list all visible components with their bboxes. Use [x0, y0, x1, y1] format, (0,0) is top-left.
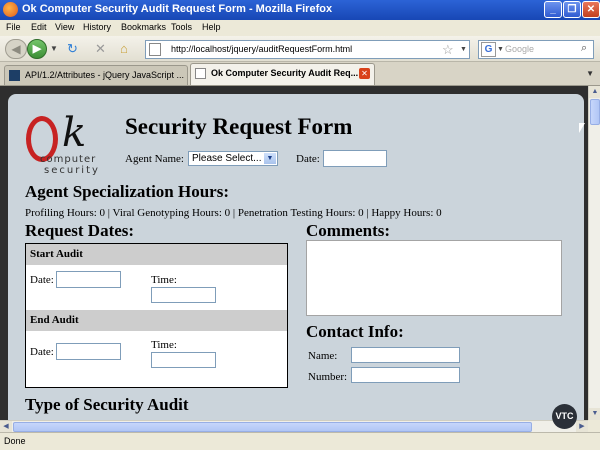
scroll-corner	[588, 420, 600, 432]
tab-audit-form[interactable]: Ok Computer Security Audit Req... ✕	[190, 63, 375, 85]
form-page: k computer security Security Request For…	[8, 94, 584, 420]
end-time-field[interactable]	[151, 352, 216, 368]
logo-k: k	[62, 110, 87, 156]
page-favicon	[195, 68, 206, 79]
contact-name-label: Name:	[308, 350, 338, 362]
request-dates-box: Start Audit Date: Time: End Audit Date: …	[25, 243, 288, 388]
start-time-field[interactable]	[151, 287, 216, 303]
window-title: Ok Computer Security Audit Request Form …	[22, 3, 333, 15]
page-title: Security Request Form	[125, 114, 353, 139]
reload-icon[interactable]: ↻	[67, 41, 78, 57]
home-icon[interactable]: ⌂	[120, 41, 128, 56]
navigation-toolbar: ◀ ▶ ▼ ↻ ✕ ⌂ http://localhost/jquery/audi…	[0, 36, 600, 62]
status-text: Done	[4, 436, 26, 446]
maximize-button[interactable]: ❐	[563, 1, 581, 18]
bookmark-star-icon[interactable]: ☆	[442, 42, 454, 58]
contact-info-heading: Contact Info:	[306, 322, 404, 341]
menu-bar: File Edit View History Bookmarks Tools H…	[0, 20, 600, 36]
search-input[interactable]: Google	[505, 44, 534, 54]
menu-view[interactable]: View	[55, 22, 74, 32]
stop-icon[interactable]: ✕	[95, 41, 106, 57]
menu-history[interactable]: History	[83, 22, 111, 32]
search-icon[interactable]: ⌕	[581, 42, 587, 55]
forward-button[interactable]: ▶	[27, 39, 47, 59]
menu-bookmarks[interactable]: Bookmarks	[121, 22, 166, 32]
url-text[interactable]: http://localhost/jquery/auditRequestForm…	[171, 44, 352, 54]
start-time-label: Time:	[151, 274, 177, 286]
search-box[interactable]: G ▼ Google ⌕	[478, 40, 594, 59]
menu-help[interactable]: Help	[202, 22, 221, 32]
page-viewport: k computer security Security Request For…	[0, 86, 588, 420]
end-audit-header: End Audit	[26, 310, 287, 331]
horizontal-scroll-thumb[interactable]	[13, 422, 532, 432]
tab-list-icon[interactable]: ▼	[586, 69, 594, 78]
comments-heading: Comments:	[306, 221, 391, 240]
specialization-heading: Agent Specialization Hours:	[25, 182, 229, 201]
scroll-up-icon[interactable]: ▲	[589, 86, 600, 98]
jquery-favicon	[9, 70, 20, 81]
start-audit-header: Start Audit	[26, 244, 287, 265]
end-date-field[interactable]	[56, 343, 121, 360]
tab-label: Ok Computer Security Audit Req...	[211, 68, 359, 78]
scroll-down-icon[interactable]: ▼	[589, 408, 600, 420]
title-bar: Ok Computer Security Audit Request Form …	[0, 0, 600, 20]
tab-bar: API/1.2/Attributes - jQuery JavaScript .…	[0, 62, 600, 86]
contact-number-label: Number:	[308, 371, 348, 383]
vertical-scrollbar[interactable]: ▲ ▼	[588, 86, 600, 420]
logo-line-2: security	[44, 165, 100, 176]
start-date-label: Date:	[30, 274, 54, 286]
date-field[interactable]	[323, 150, 387, 167]
specialization-hours: Profiling Hours: 0 | Viral Genotyping Ho…	[25, 207, 442, 219]
audit-type-heading: Type of Security Audit	[25, 395, 189, 414]
vertical-scroll-thumb[interactable]	[590, 99, 600, 125]
end-time-label: Time:	[151, 339, 177, 351]
end-date-label: Date:	[30, 346, 54, 358]
menu-file[interactable]: File	[6, 22, 21, 32]
firefox-icon	[3, 2, 18, 17]
vtc-watermark: VTC	[552, 404, 577, 429]
contact-name-field[interactable]	[351, 347, 460, 363]
horizontal-scrollbar[interactable]: ◀ ▶	[0, 420, 588, 433]
address-bar[interactable]: http://localhost/jquery/auditRequestForm…	[145, 40, 470, 59]
comments-textarea[interactable]	[306, 240, 562, 316]
logo-line-1: computer	[40, 154, 97, 165]
status-bar: Done	[0, 432, 600, 450]
chevron-down-icon[interactable]: ▼	[264, 153, 276, 164]
close-button[interactable]: ✕	[582, 1, 600, 18]
page-icon	[149, 43, 161, 56]
menu-tools[interactable]: Tools	[171, 22, 192, 32]
engine-dropdown-icon[interactable]: ▼	[497, 46, 504, 53]
menu-edit[interactable]: Edit	[31, 22, 47, 32]
tab-close-icon[interactable]: ✕	[359, 68, 370, 79]
browser-window: Ok Computer Security Audit Request Form …	[0, 0, 600, 450]
end-audit-heading: End Audit	[30, 314, 79, 326]
minimize-button[interactable]: _	[544, 1, 562, 18]
date-label: Date:	[296, 153, 320, 165]
search-engine-icon[interactable]: G	[481, 42, 496, 57]
tab-label: API/1.2/Attributes - jQuery JavaScript .…	[25, 70, 185, 80]
back-button[interactable]: ◀	[5, 39, 27, 59]
url-dropdown-icon[interactable]: ▼	[460, 46, 467, 53]
agent-name-label: Agent Name:	[125, 153, 184, 165]
request-dates-heading: Request Dates:	[25, 221, 135, 240]
start-date-field[interactable]	[56, 271, 121, 288]
mouse-pointer-icon	[579, 123, 585, 133]
tab-jquery-api[interactable]: API/1.2/Attributes - jQuery JavaScript .…	[4, 65, 188, 85]
history-dropdown-icon[interactable]: ▼	[50, 44, 58, 53]
contact-number-field[interactable]	[351, 367, 460, 383]
ok-computer-logo: k computer security	[22, 110, 112, 180]
agent-name-select[interactable]: Please Select... ▼	[188, 151, 278, 166]
agent-select-value: Please Select...	[192, 153, 262, 164]
start-audit-heading: Start Audit	[30, 248, 83, 260]
